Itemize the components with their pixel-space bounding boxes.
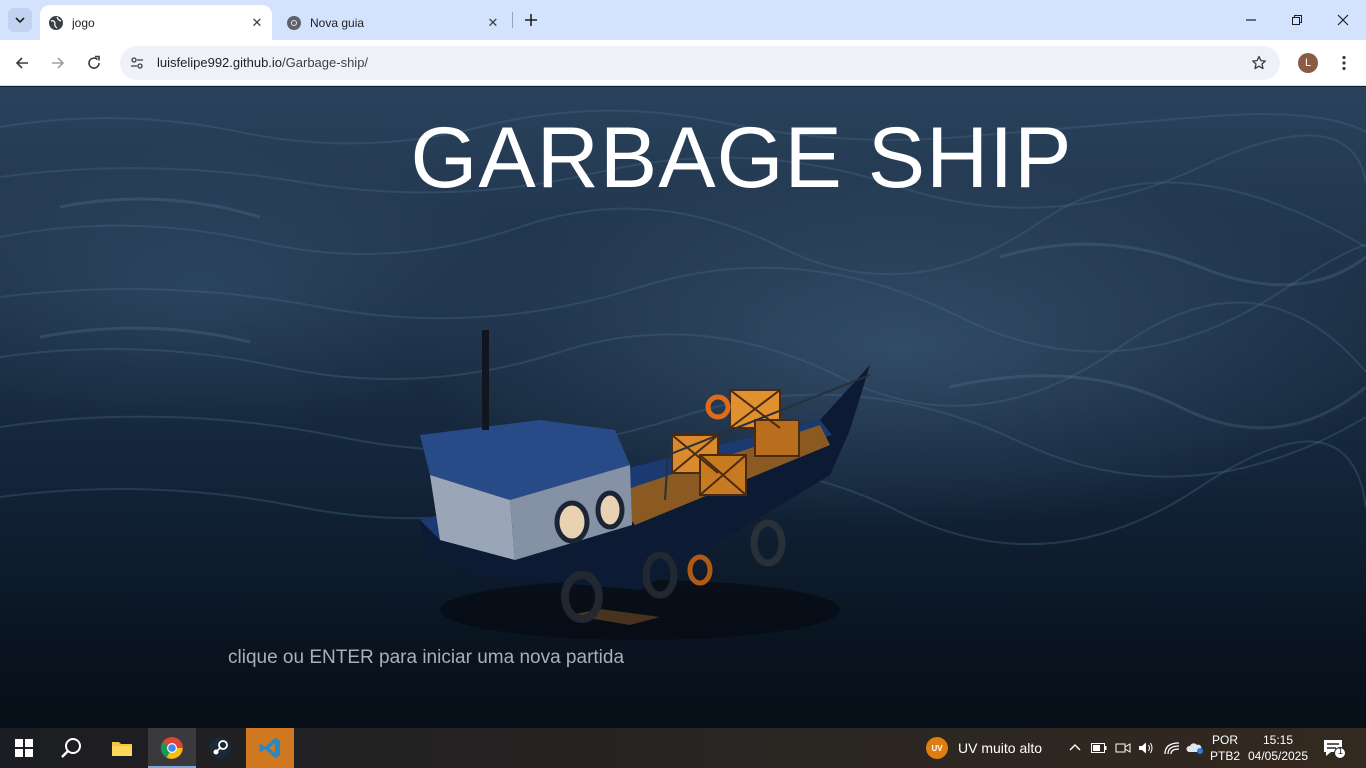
arrow-left-icon <box>15 57 28 69</box>
bookmark-star-icon[interactable] <box>1250 54 1268 72</box>
chrome-icon <box>286 15 302 31</box>
reload-icon <box>88 55 100 69</box>
browser-tabstrip: jogo ✕ Nova guia ✕ <box>0 0 1366 40</box>
file-explorer-button[interactable] <box>98 728 146 768</box>
vscode-icon <box>259 738 280 758</box>
browser-menu-button[interactable] <box>1334 51 1354 75</box>
show-hidden-icons-button[interactable] <box>1065 738 1085 758</box>
clock-time: 15:15 <box>1262 733 1294 747</box>
keyboard-layout: PTB2 <box>1210 749 1241 763</box>
steam-icon <box>209 737 231 759</box>
site-info-icon[interactable] <box>128 54 146 72</box>
tab-nova-guia[interactable]: Nova guia ✕ <box>278 5 508 40</box>
browser-toolbar: luisfelipe992.github.io/Garbage-ship/ <box>0 40 1366 86</box>
url-host: luisfelipe992.github.io <box>157 55 283 70</box>
volume-icon[interactable] <box>1136 738 1156 758</box>
plus-icon <box>525 14 537 26</box>
notification-count: 1 <box>1337 746 1343 756</box>
wifi-icon[interactable] <box>1162 738 1182 758</box>
tab-title: Nova guia <box>310 15 365 30</box>
chrome-icon <box>161 737 183 759</box>
restore-icon <box>1292 15 1302 25</box>
restore-button[interactable] <box>1274 6 1320 34</box>
tab-jogo[interactable]: jogo ✕ <box>40 5 272 40</box>
system-clock[interactable]: 15:15 04/05/2025 <box>1244 732 1312 764</box>
tab-separator <box>512 12 513 28</box>
onedrive-icon[interactable] <box>1185 738 1205 758</box>
minimize-icon <box>1246 19 1256 21</box>
address-bar[interactable]: luisfelipe992.github.io/Garbage-ship/ <box>120 46 1280 80</box>
forward-button[interactable] <box>44 49 72 77</box>
folder-icon <box>112 742 132 756</box>
vscode-taskbar-button[interactable] <box>246 728 294 768</box>
language-code: POR <box>1211 733 1238 747</box>
search-icon <box>61 738 81 758</box>
weather-widget[interactable]: UV UV muito alto <box>926 736 1042 760</box>
url-path: /Garbage-ship/ <box>282 55 369 70</box>
camera-icon[interactable] <box>1113 738 1133 758</box>
game-canvas[interactable]: GARBAGE SHIP clique ou ENTER para inicia… <box>0 87 1366 728</box>
chevron-up-icon <box>1069 744 1081 751</box>
minimize-button[interactable] <box>1228 6 1274 34</box>
boat-illustration <box>420 330 871 640</box>
windows-icon <box>15 739 33 757</box>
close-icon <box>1337 14 1349 26</box>
windows-taskbar: UV UV muito alto POR PTB2 15:15 04/05/20… <box>0 728 1366 768</box>
close-tab-icon[interactable]: ✕ <box>248 14 266 32</box>
game-title: GARBAGE SHIP <box>410 110 1073 206</box>
close-window-button[interactable] <box>1320 6 1366 34</box>
new-tab-button[interactable] <box>520 9 542 31</box>
language-indicator[interactable]: POR PTB2 <box>1210 732 1240 764</box>
tab-search-button[interactable] <box>8 8 32 32</box>
tab-title: jogo <box>72 15 95 30</box>
reload-button[interactable] <box>80 49 108 77</box>
chevron-down-icon <box>15 17 25 24</box>
taskbar-search-button[interactable] <box>48 728 96 768</box>
start-button[interactable] <box>0 728 48 768</box>
profile-avatar[interactable]: L <box>1298 53 1318 73</box>
battery-icon[interactable] <box>1089 738 1109 758</box>
weather-text: UV muito alto <box>958 740 1043 756</box>
chrome-taskbar-button[interactable] <box>148 728 196 768</box>
globe-icon <box>48 15 64 31</box>
more-vert-icon <box>1342 55 1346 71</box>
start-game-hint[interactable]: clique ou ENTER para iniciar uma nova pa… <box>228 647 624 669</box>
notification-center-button[interactable]: 1 <box>1322 738 1346 760</box>
close-tab-icon[interactable]: ✕ <box>484 14 502 32</box>
arrow-right-icon <box>52 57 65 69</box>
clock-date: 04/05/2025 <box>1247 749 1309 763</box>
url-text: luisfelipe992.github.io/Garbage-ship/ <box>157 55 368 70</box>
uv-badge: UV <box>926 737 948 759</box>
back-button[interactable] <box>8 49 36 77</box>
steam-taskbar-button[interactable] <box>196 728 244 768</box>
